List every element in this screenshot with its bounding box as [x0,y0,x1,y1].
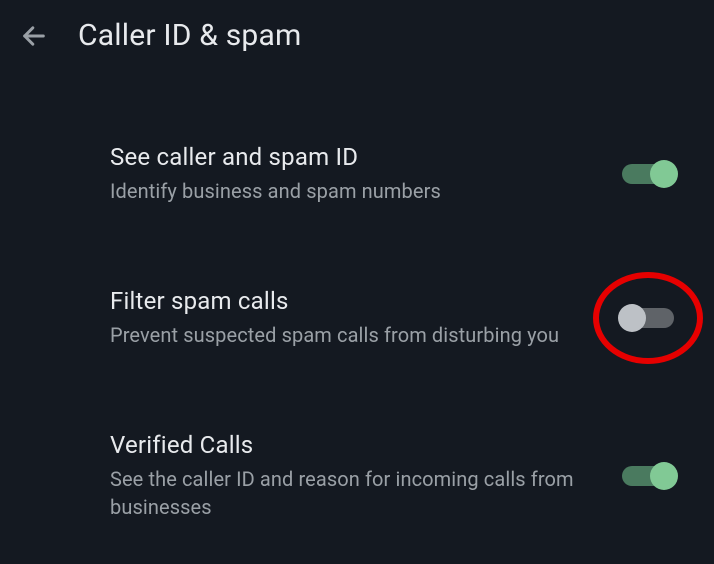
toggle-thumb [650,160,678,188]
setting-description: Identify business and spam numbers [110,177,602,205]
setting-filter-spam[interactable]: Filter spam calls Prevent suspected spam… [20,255,694,359]
back-arrow-icon[interactable] [20,22,48,50]
toggle-thumb [618,304,646,332]
toggle-container [622,308,674,328]
setting-description: Prevent suspected spam calls from distur… [110,321,602,349]
setting-title: Filter spam calls [110,287,602,315]
toggle-container [622,164,674,184]
settings-list: See caller and spam ID Identify business… [0,71,714,531]
setting-title: Verified Calls [110,431,602,459]
toggle-see-caller-id[interactable] [622,164,674,184]
setting-verified-calls[interactable]: Verified Calls See the caller ID and rea… [20,399,694,531]
toggle-container [622,466,674,486]
toggle-thumb [650,462,678,490]
setting-description: See the caller ID and reason for incomin… [110,465,602,521]
page-title: Caller ID & spam [78,18,302,53]
setting-see-caller-id[interactable]: See caller and spam ID Identify business… [20,111,694,215]
toggle-filter-spam[interactable] [622,308,674,328]
setting-text-block: Filter spam calls Prevent suspected spam… [110,287,622,349]
setting-text-block: See caller and spam ID Identify business… [110,143,622,205]
header: Caller ID & spam [0,0,714,71]
setting-text-block: Verified Calls See the caller ID and rea… [110,431,622,521]
setting-title: See caller and spam ID [110,143,602,171]
toggle-verified-calls[interactable] [622,466,674,486]
